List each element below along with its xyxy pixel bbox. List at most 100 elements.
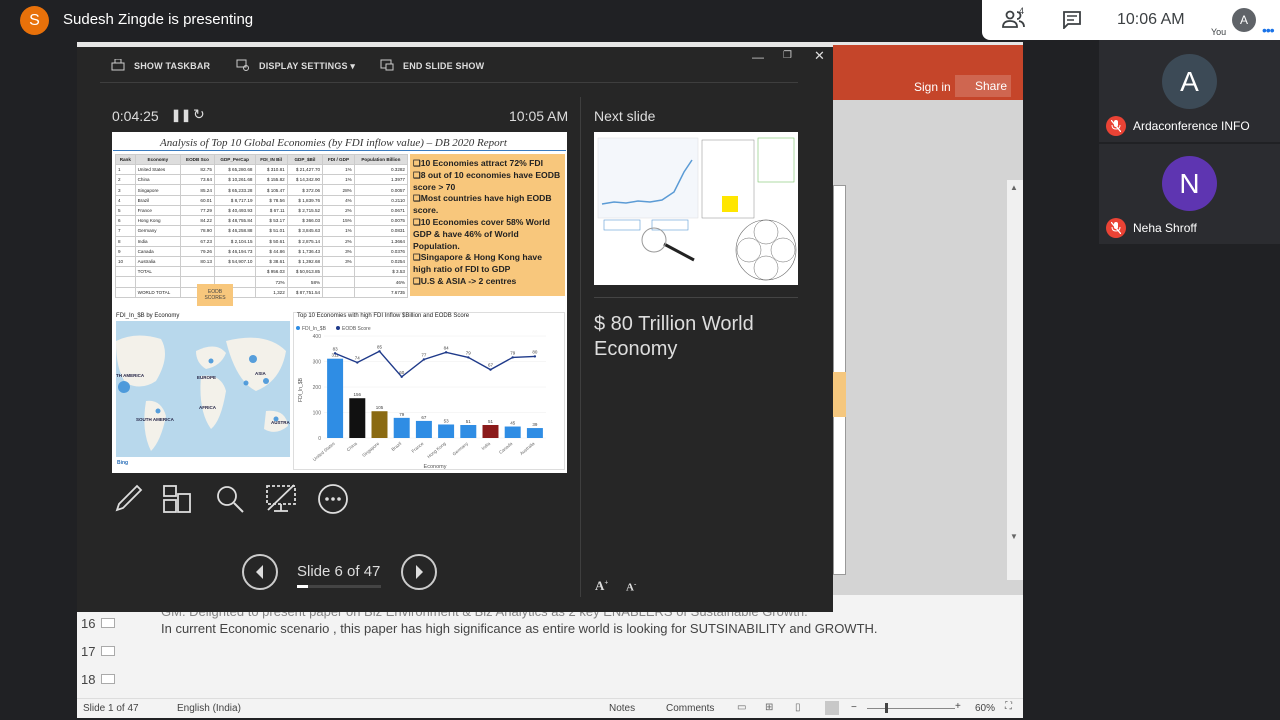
table-cell: 1.3977	[353, 174, 409, 186]
bar	[460, 424, 477, 438]
table-cell: Hong Kong	[134, 215, 182, 227]
table-row: 7 Germany 78.90 $ 46,258.88 $ 51.01 $ 3,845.6…	[115, 225, 409, 237]
restore-icon[interactable]: ❐	[783, 50, 792, 61]
bar	[393, 417, 410, 438]
zoom-slider[interactable]	[867, 708, 955, 709]
table-cell: $ 8,717.19	[213, 194, 256, 206]
slide-counter[interactable]: Slide 6 of 47	[297, 563, 380, 580]
table-row: 2 China 73.64 $ 10,261.68 $ 155.82 $ 14,342.9…	[115, 174, 409, 186]
display-settings-button[interactable]: DISPLAY SETTINGS ▾	[259, 61, 355, 72]
pen-icon[interactable]	[111, 482, 145, 516]
minimize-icon[interactable]: —	[752, 50, 764, 64]
key-point: ❑Most countries have high EODB score.	[413, 193, 552, 216]
table-header-cell: Population Billion	[353, 154, 409, 165]
increase-text-size-button[interactable]: A+	[595, 578, 608, 594]
participant-count: 4	[1019, 6, 1025, 16]
world-map-shapes	[116, 335, 288, 451]
table-cell	[322, 266, 355, 278]
ppt-slide-accent	[833, 372, 846, 417]
status-language[interactable]: English (India)	[177, 703, 241, 714]
y-tick-label: 300	[313, 360, 322, 366]
scroll-down-icon[interactable]: ▼	[1010, 532, 1018, 541]
pause-timer-icon[interactable]: ❚❚	[171, 108, 191, 122]
share-button[interactable]: Share	[955, 75, 1011, 97]
bar	[415, 420, 432, 438]
map-label: SOUTH AMERICA	[136, 417, 174, 422]
y-tick-label: 200	[313, 385, 322, 391]
view-reading-icon[interactable]: ▯	[795, 702, 801, 713]
map-label: EUROPE	[197, 375, 217, 380]
table-cell	[134, 276, 182, 288]
y-tick-label: 400	[313, 334, 322, 340]
next-slide-preview[interactable]	[594, 132, 798, 285]
table-cell: $ 46,258.88	[213, 225, 256, 237]
table-cell: 2%	[322, 204, 355, 217]
view-slideshow-icon[interactable]	[825, 701, 839, 715]
zoom-slide-icon[interactable]	[213, 482, 247, 516]
see-all-slides-icon[interactable]	[160, 482, 194, 516]
previous-slide-button[interactable]	[242, 554, 278, 590]
table-cell: 0.0671	[353, 204, 409, 217]
show-taskbar-button[interactable]: SHOW TASKBAR	[134, 61, 210, 71]
zoom-out-icon[interactable]: −	[851, 702, 857, 713]
table-cell: 28%	[322, 184, 355, 196]
table-cell: Brazil	[134, 194, 182, 206]
ppt-scrollbar[interactable]: ▲ ▼	[1007, 180, 1023, 580]
table-cell: $ 53.17	[254, 215, 288, 227]
table-cell: $ 46,194.73	[213, 245, 256, 257]
bar	[482, 424, 499, 438]
x-tick-label: Hong Kong	[426, 441, 447, 460]
eodb-scores-callout: EODB SCORES	[197, 284, 233, 306]
more-options-icon[interactable]: •••	[1262, 22, 1275, 38]
table-cell: 6	[115, 215, 136, 227]
table-cell: 3%	[322, 255, 355, 268]
key-point: ❑8 out of 10 economies have EODB score >…	[413, 169, 561, 192]
speaker-notes-line: In current Economic scenario , this pape…	[161, 621, 878, 636]
chat-icon[interactable]	[1062, 11, 1082, 29]
close-icon[interactable]: ✕	[814, 48, 825, 64]
next-slide-button[interactable]	[401, 554, 437, 590]
comments-button[interactable]: Comments	[666, 703, 714, 714]
self-avatar[interactable]: A	[1232, 8, 1256, 32]
table-cell	[115, 286, 136, 299]
table-cell: $ 65,233.28	[213, 184, 256, 196]
black-screen-icon[interactable]	[264, 482, 298, 516]
table-header-cell: Rank	[115, 154, 136, 165]
y-axis-label: FDI_In_$B	[298, 377, 304, 402]
table-row: WORLD TOTAL 1,322 $ 87,751.54 7.6735	[115, 286, 409, 299]
bar	[349, 398, 366, 438]
slide-thumbnail[interactable]	[101, 618, 115, 628]
table-header-cell: FDI_IN Bil	[254, 154, 288, 165]
more-options-icon[interactable]	[316, 482, 350, 516]
key-point: ❑U.S & ASIA -> 2 centres	[413, 275, 517, 286]
slide-thumbnail[interactable]	[101, 646, 115, 656]
scroll-up-icon[interactable]: ▲	[1010, 183, 1018, 192]
sign-in-link[interactable]: Sign in	[914, 80, 951, 94]
x-tick-label: Australia	[519, 441, 536, 456]
restart-timer-icon[interactable]: ↻	[193, 106, 205, 123]
zoom-in-icon[interactable]: +	[955, 701, 961, 712]
x-tick-label: China	[346, 441, 359, 453]
slide-thumbnail[interactable]	[101, 674, 115, 684]
eodb-point	[333, 352, 337, 355]
zoom-level[interactable]: 60%	[975, 703, 995, 714]
table-cell: $ 14,342.90	[286, 174, 324, 186]
table-cell: United States	[134, 163, 182, 176]
table-cell: 78.90	[180, 225, 215, 237]
zoom-slider-thumb[interactable]	[885, 703, 888, 713]
eodb-value-label: 67	[488, 363, 494, 368]
display-settings-icon	[236, 59, 249, 71]
eodb-value-label: 79	[466, 350, 472, 355]
end-slide-show-button[interactable]: END SLIDE SHOW	[403, 61, 484, 71]
notes-button[interactable]: Notes	[609, 703, 635, 714]
bar	[504, 426, 521, 438]
key-point: ❑10 Economies attract 72% FDI	[413, 158, 543, 168]
fit-slide-icon[interactable]: ⛶	[1005, 701, 1012, 712]
view-normal-icon[interactable]: ▭	[737, 702, 746, 713]
decrease-text-size-button[interactable]: A-	[626, 580, 636, 594]
table-cell: $ 105.47	[254, 184, 288, 196]
view-sorter-icon[interactable]: ⊞	[765, 702, 773, 713]
eodb-value-label: 60	[399, 370, 405, 375]
title-underline	[113, 150, 566, 151]
table-cell: $ 54,907.10	[213, 255, 256, 268]
